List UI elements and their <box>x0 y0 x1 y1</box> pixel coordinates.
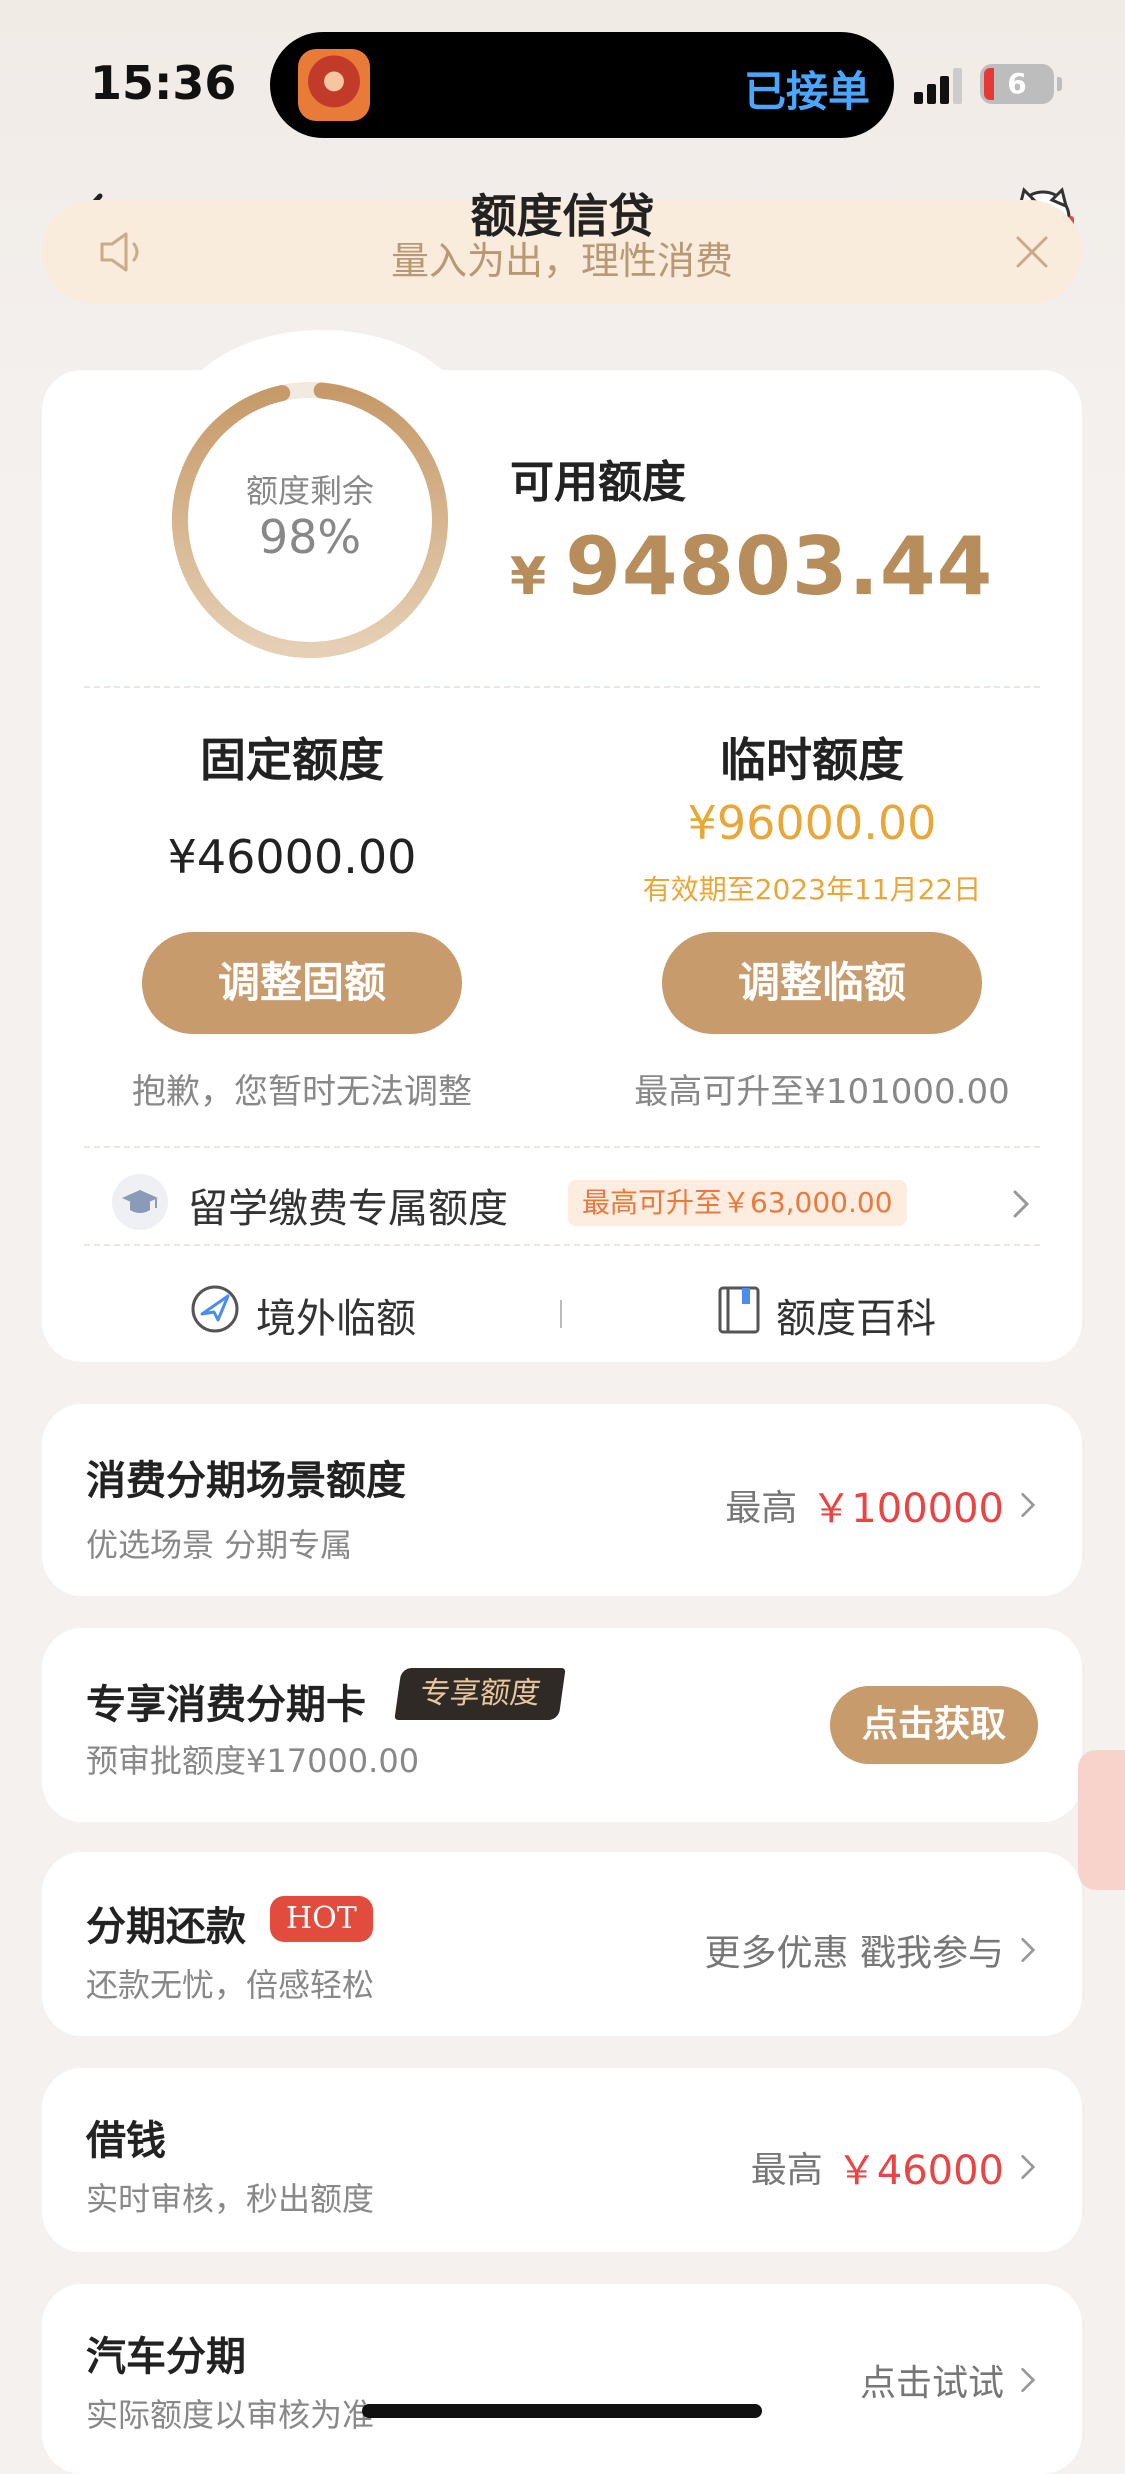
fixed-adjust-note: 抱歉，您暂时无法调整 <box>132 1072 472 1112</box>
credit-summary-card: 额度剩余 98% 可用额度 ¥94803.44 固定额度 ¥46000.00 临… <box>42 330 1082 1362</box>
app-avatar-icon <box>298 49 370 121</box>
exclusive-credit-badge: 专享额度 <box>394 1668 566 1720</box>
divider <box>84 686 1040 688</box>
currency-symbol: ¥ <box>510 547 548 607</box>
ring-percent: 98% <box>258 510 362 564</box>
exclusive-installment-card[interactable]: 专享消费分期卡 专享额度 预审批额度¥17000.00 点击获取 <box>42 1628 1082 1822</box>
floating-promo-tab[interactable] <box>1078 1750 1125 1890</box>
consumer-installment-max: 最高 ￥100000 <box>725 1476 1038 1534</box>
borrow-subtitle: 实时审核，秒出额度 <box>86 2180 375 2218</box>
consumer-installment-subtitle: 优选场景 分期专属 <box>86 1526 353 1564</box>
car-installment-card[interactable]: 汽车分期 实际额度以审核为准 点击试试 <box>42 2284 1082 2474</box>
overseas-plane-icon <box>191 1285 239 1333</box>
book-icon <box>718 1286 760 1334</box>
adjust-fixed-button[interactable]: 调整固额 <box>142 932 462 1034</box>
chevron-right-icon <box>1021 2368 1036 2392</box>
study-abroad-credit-row[interactable]: 留学缴费专属额度 最高可升至￥63,000.00 <box>112 1170 1032 1236</box>
island-status-text: 已接单 <box>743 67 870 116</box>
chevron-right-icon <box>1013 1190 1030 1218</box>
max-amount: ￥46000 <box>836 2148 1004 2194</box>
available-credit-amount: ¥94803.44 <box>510 520 993 613</box>
consumer-installment-card[interactable]: 消费分期场景额度 优选场景 分期专属 最高 ￥100000 <box>42 1404 1082 1596</box>
hot-badge: HOT <box>270 1896 373 1942</box>
installment-repay-promo: 更多优惠 戳我参与 <box>705 1924 1038 1976</box>
exclusive-card-title: 专享消费分期卡 <box>86 1682 366 1728</box>
temporary-credit-amount: ¥96000.00 <box>687 796 937 850</box>
study-abroad-label: 留学缴费专属额度 <box>188 1186 508 1232</box>
car-installment-subtitle: 实际额度以审核为准 <box>86 2396 375 2434</box>
max-prefix: 最高 <box>750 2150 823 2191</box>
home-indicator[interactable] <box>362 2404 762 2418</box>
fixed-credit-title: 固定额度 <box>200 733 384 787</box>
chevron-right-icon <box>1021 2155 1036 2179</box>
borrow-card[interactable]: 借钱 实时审核，秒出额度 最高 ￥46000 <box>42 2068 1082 2252</box>
temporary-credit-title: 临时额度 <box>720 733 904 787</box>
divider <box>84 1244 1040 1246</box>
study-abroad-badge: 最高可升至￥63,000.00 <box>568 1180 907 1226</box>
chevron-right-icon <box>1021 1493 1036 1517</box>
promo-text: 更多优惠 戳我参与 <box>704 1933 1004 1974</box>
fixed-credit-amount: ¥46000.00 <box>167 830 417 884</box>
available-credit-label: 可用额度 <box>510 457 686 508</box>
temporary-credit-validity: 有效期至2023年11月22日 <box>642 873 982 906</box>
adjust-temporary-button[interactable]: 调整临额 <box>662 932 982 1034</box>
max-prefix: 最高 <box>725 1488 798 1529</box>
installment-repay-card[interactable]: 分期还款 HOT 还款无忧，倍感轻松 更多优惠 戳我参与 <box>42 1852 1082 2036</box>
battery-icon: 6 <box>980 64 1062 104</box>
installment-repay-title: 分期还款 <box>86 1904 246 1950</box>
max-amount: ￥100000 <box>811 1486 1004 1532</box>
available-amount-value: 94803.44 <box>565 520 994 613</box>
temporary-adjust-note: 最高可升至¥101000.00 <box>634 1072 1010 1112</box>
consumer-installment-title: 消费分期场景额度 <box>86 1458 406 1504</box>
dynamic-island[interactable]: 已接单 <box>270 32 894 138</box>
status-time: 15:36 <box>90 56 237 110</box>
borrow-max: 最高 ￥46000 <box>751 2138 1038 2196</box>
ring-label: 额度剩余 <box>245 472 374 510</box>
get-card-button[interactable]: 点击获取 <box>830 1686 1038 1764</box>
borrow-title: 借钱 <box>86 2118 166 2164</box>
divider <box>84 1146 1040 1148</box>
battery-level: 6 <box>1007 67 1027 100</box>
overseas-temp-credit-link[interactable]: 境外临额 <box>256 1286 416 1344</box>
chevron-right-icon <box>1021 1938 1036 1962</box>
exclusive-card-subtitle: 预审批额度¥17000.00 <box>86 1742 420 1780</box>
try-text: 点击试试 <box>859 2363 1004 2404</box>
cellular-signal-icon <box>914 68 966 104</box>
credit-links: 境外临额 额度百科 <box>42 1270 1082 1350</box>
credit-wiki-link[interactable]: 额度百科 <box>776 1286 936 1344</box>
installment-repay-subtitle: 还款无忧，倍感轻松 <box>86 1966 375 2004</box>
link-divider <box>560 1300 562 1328</box>
car-installment-title: 汽车分期 <box>86 2334 246 2380</box>
page-title: 额度信贷 <box>470 189 655 243</box>
graduation-cap-icon <box>112 1174 168 1230</box>
car-installment-try: 点击试试 <box>860 2354 1038 2406</box>
